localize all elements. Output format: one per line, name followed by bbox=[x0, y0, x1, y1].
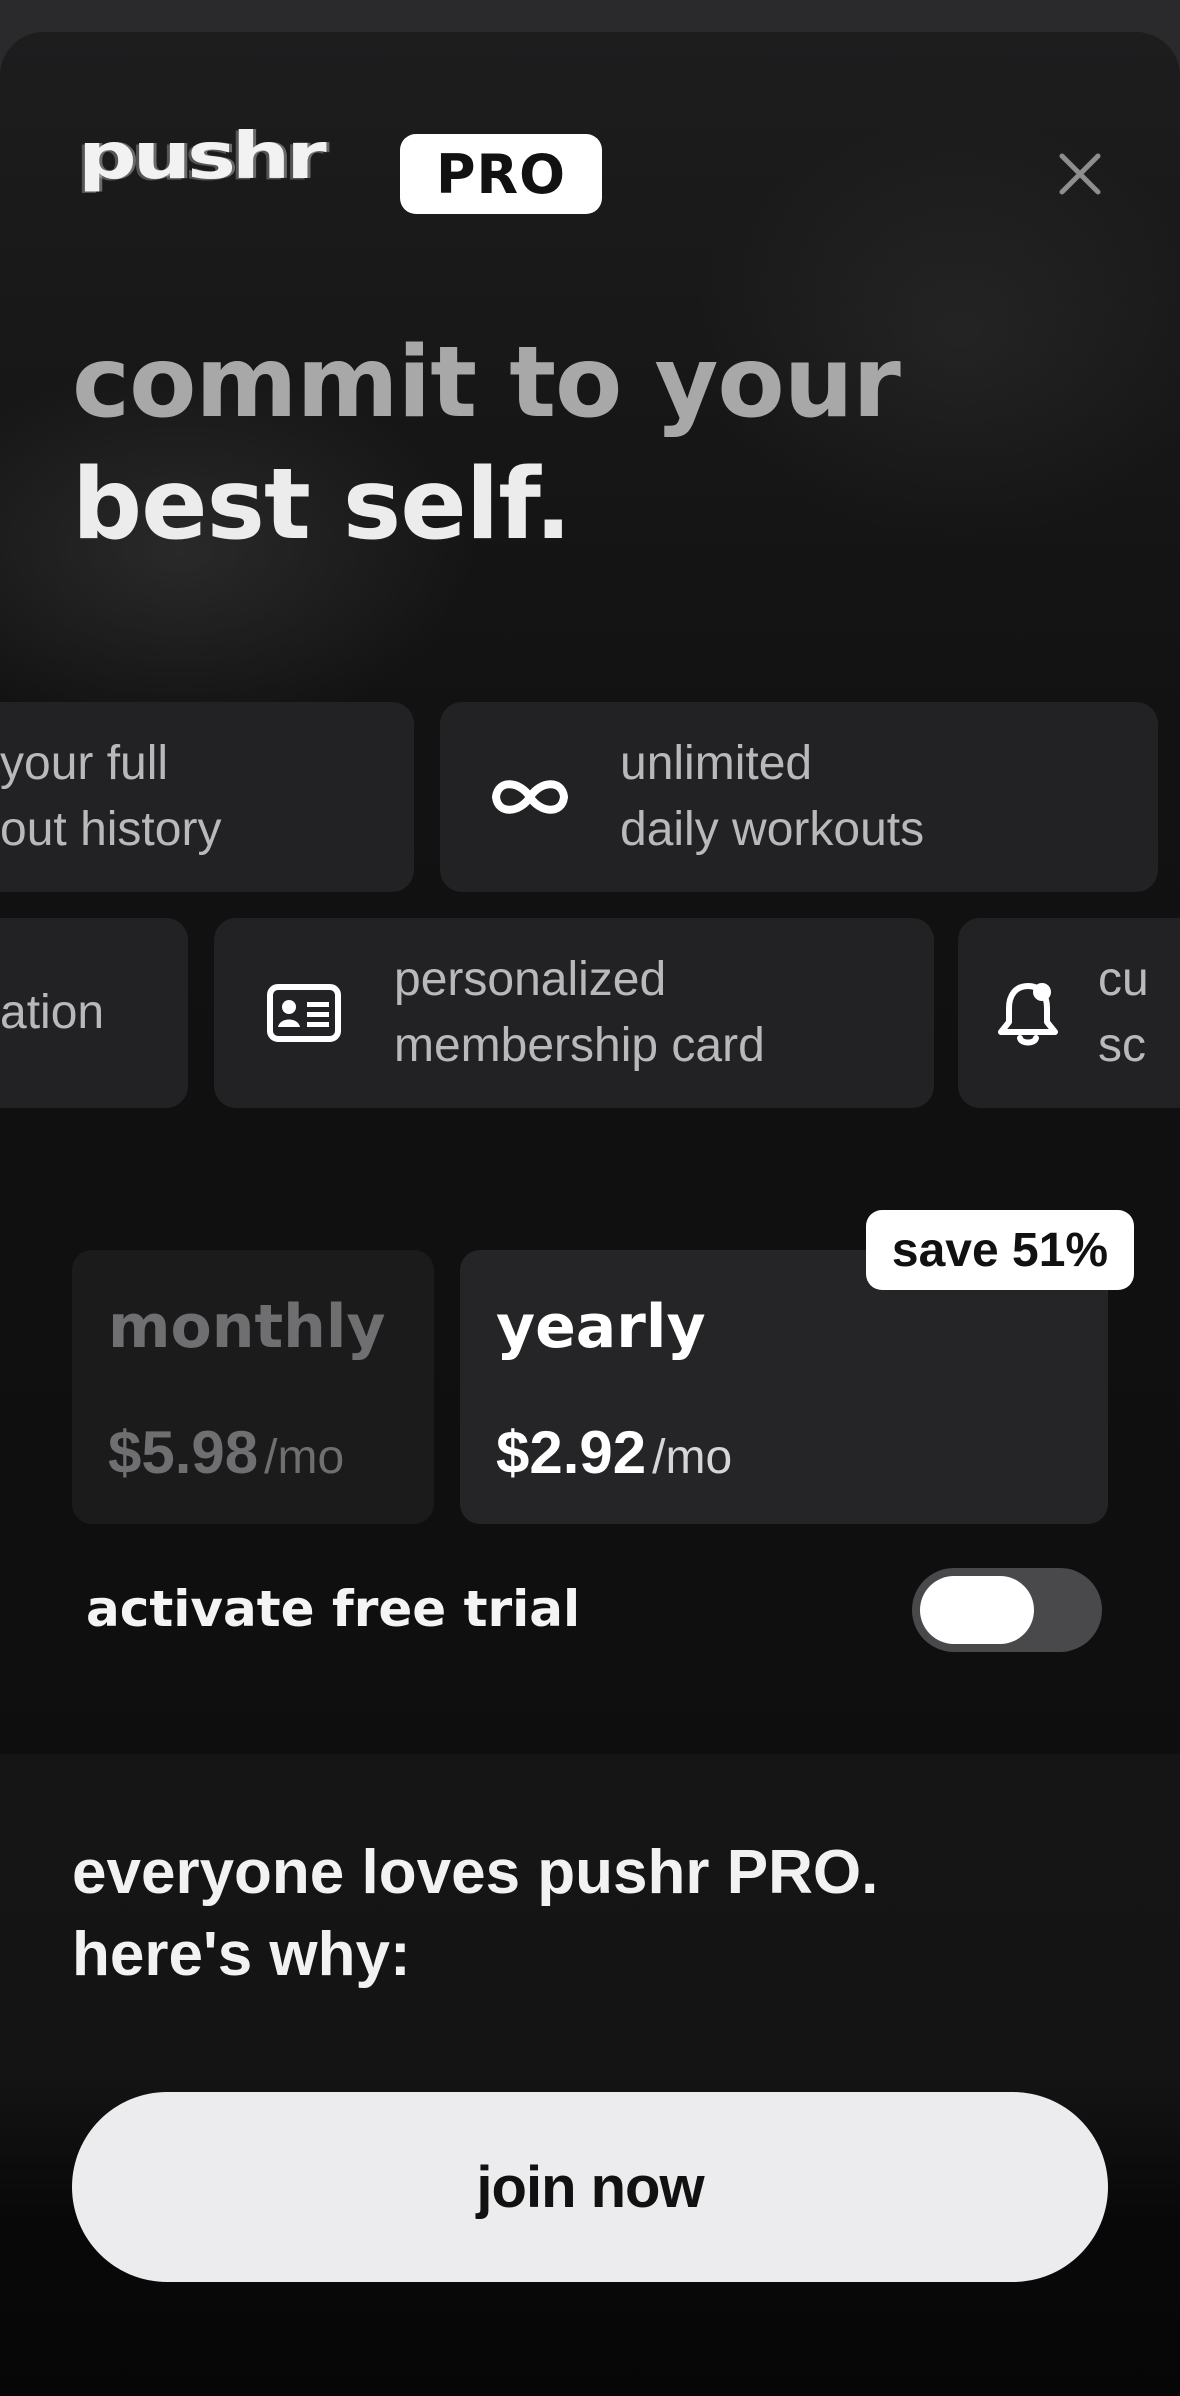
close-button[interactable] bbox=[1050, 144, 1110, 204]
testimonials-heading: everyone loves pushr PRO. here's why: bbox=[72, 1832, 1072, 1996]
title-line-2: best self. bbox=[72, 448, 572, 562]
price-value: $5.98 bbox=[108, 1419, 259, 1486]
feature-label: ation bbox=[0, 986, 105, 1039]
plan-name: yearly bbox=[496, 1292, 706, 1362]
infinity-icon bbox=[440, 775, 620, 819]
plan-price: $5.98/mo bbox=[108, 1418, 344, 1487]
feature-card-unlimited: unlimited daily workouts bbox=[440, 702, 1158, 892]
title-line-1: commit to your bbox=[72, 326, 901, 440]
close-icon bbox=[1059, 153, 1101, 195]
feature-card-partial-right: cu sc bbox=[958, 918, 1180, 1108]
price-period: /mo bbox=[652, 1431, 733, 1484]
heading-line-1: everyone loves pushr PRO. bbox=[72, 1838, 879, 1907]
plan-price: $2.92/mo bbox=[496, 1418, 732, 1487]
plan-name: monthly bbox=[108, 1292, 386, 1362]
feature-label: cu sc bbox=[1098, 953, 1149, 1072]
price-period: /mo bbox=[264, 1431, 345, 1484]
heading-line-2: here's why: bbox=[72, 1920, 411, 1989]
feature-card-membership: personalized membership card bbox=[214, 918, 934, 1108]
pro-badge: PRO bbox=[400, 134, 602, 214]
trial-label: activate free trial bbox=[86, 1580, 581, 1638]
free-trial-toggle[interactable] bbox=[912, 1568, 1102, 1652]
price-value: $2.92 bbox=[496, 1419, 647, 1486]
id-card-icon bbox=[214, 984, 394, 1042]
feature-label: personalized membership card bbox=[394, 953, 765, 1072]
pushr-logo: pushr bbox=[78, 112, 368, 202]
feature-card-history: your full out history bbox=[0, 702, 414, 892]
feature-label: your full out history bbox=[0, 737, 222, 856]
feature-label: unlimited daily workouts bbox=[620, 737, 925, 856]
toggle-knob bbox=[920, 1576, 1034, 1644]
save-badge: save 51% bbox=[866, 1210, 1134, 1290]
logo-text: pushr bbox=[78, 119, 327, 194]
join-now-button[interactable]: join now bbox=[72, 2092, 1108, 2282]
plan-yearly[interactable]: yearly $2.92/mo bbox=[460, 1250, 1108, 1524]
plan-monthly[interactable]: monthly $5.98/mo bbox=[72, 1250, 434, 1524]
bell-icon bbox=[958, 978, 1098, 1048]
feature-card-partial-left: ation bbox=[0, 918, 188, 1108]
paywall-sheet: pushr PRO commit to your best self. your… bbox=[0, 32, 1180, 2396]
page-title: commit to your best self. bbox=[72, 322, 1112, 566]
